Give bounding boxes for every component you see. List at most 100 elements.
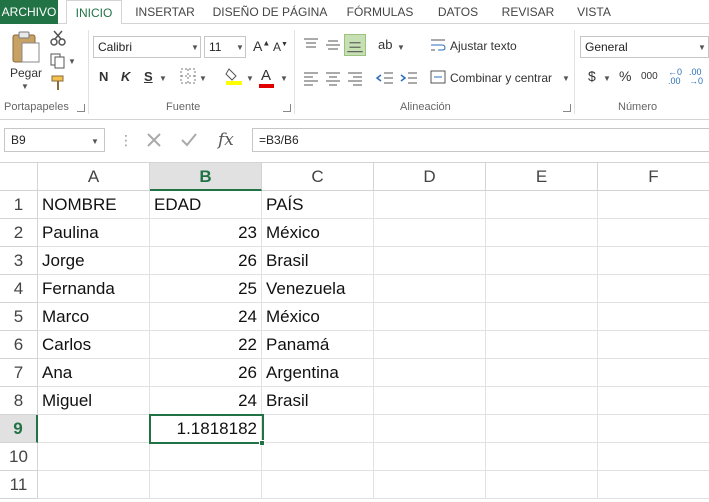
copy-icon[interactable] bbox=[50, 53, 66, 69]
row-header-6[interactable]: 6 bbox=[0, 331, 38, 359]
cell-b1[interactable]: EDAD bbox=[150, 191, 262, 219]
cell-e2[interactable] bbox=[486, 219, 598, 247]
cell-c10[interactable] bbox=[262, 443, 374, 471]
number-format-dropdown-icon[interactable]: ▼ bbox=[698, 43, 706, 52]
font-name-select[interactable]: Calibri bbox=[93, 36, 201, 58]
cell-b7[interactable]: 26 bbox=[150, 359, 262, 387]
underline-dropdown-icon[interactable]: ▼ bbox=[159, 74, 167, 83]
cell-c11[interactable] bbox=[262, 471, 374, 499]
tab-vista[interactable]: VISTA bbox=[568, 0, 620, 24]
bold-button[interactable]: N bbox=[99, 69, 108, 84]
tab-revisar[interactable]: REVISAR bbox=[496, 0, 560, 24]
align-middle-icon[interactable] bbox=[324, 36, 342, 54]
cell-b2[interactable]: 23 bbox=[150, 219, 262, 247]
cell-a3[interactable]: Jorge bbox=[38, 247, 150, 275]
cell-c7[interactable]: Argentina bbox=[262, 359, 374, 387]
italic-button[interactable]: K bbox=[121, 69, 130, 84]
cancel-icon[interactable] bbox=[146, 132, 162, 148]
cell-a6[interactable]: Carlos bbox=[38, 331, 150, 359]
cell-e7[interactable] bbox=[486, 359, 598, 387]
merge-dropdown-icon[interactable]: ▼ bbox=[562, 74, 570, 83]
cell-f1[interactable] bbox=[598, 191, 709, 219]
column-header-d[interactable]: D bbox=[374, 163, 486, 191]
font-name-dropdown-icon[interactable]: ▼ bbox=[191, 43, 199, 52]
orientation-dropdown-icon[interactable]: ▼ bbox=[397, 43, 405, 52]
percent-button[interactable]: % bbox=[619, 68, 631, 84]
font-size-dropdown-icon[interactable]: ▼ bbox=[236, 43, 244, 52]
cell-d3[interactable] bbox=[374, 247, 486, 275]
decrease-decimal-icon[interactable]: .00 →0 bbox=[689, 68, 703, 86]
tab-inicio[interactable]: INICIO bbox=[66, 0, 122, 25]
cell-f11[interactable] bbox=[598, 471, 709, 499]
row-header-4[interactable]: 4 bbox=[0, 275, 38, 303]
cell-d6[interactable] bbox=[374, 331, 486, 359]
align-top-icon[interactable] bbox=[302, 36, 320, 54]
cell-f10[interactable] bbox=[598, 443, 709, 471]
orientation-icon[interactable]: ab bbox=[378, 37, 392, 52]
cell-f8[interactable] bbox=[598, 387, 709, 415]
name-box-dropdown-icon[interactable]: ▼ bbox=[91, 137, 99, 146]
cell-e6[interactable] bbox=[486, 331, 598, 359]
cell-a7[interactable]: Ana bbox=[38, 359, 150, 387]
column-header-e[interactable]: E bbox=[486, 163, 598, 191]
cell-d5[interactable] bbox=[374, 303, 486, 331]
row-header-5[interactable]: 5 bbox=[0, 303, 38, 331]
merge-center-button[interactable]: Combinar y centrar bbox=[450, 71, 552, 85]
row-header-11[interactable]: 11 bbox=[0, 471, 38, 499]
alignment-launcher-icon[interactable] bbox=[563, 104, 571, 112]
cell-e9[interactable] bbox=[486, 415, 598, 443]
increase-font-icon[interactable]: A▲ bbox=[253, 38, 270, 54]
cell-d8[interactable] bbox=[374, 387, 486, 415]
cell-f6[interactable] bbox=[598, 331, 709, 359]
cell-a1[interactable]: NOMBRE bbox=[38, 191, 150, 219]
cell-d1[interactable] bbox=[374, 191, 486, 219]
cell-c4[interactable]: Venezuela bbox=[262, 275, 374, 303]
cell-d10[interactable] bbox=[374, 443, 486, 471]
wrap-text-button[interactable]: Ajustar texto bbox=[450, 39, 517, 53]
cell-f2[interactable] bbox=[598, 219, 709, 247]
tab-diseno-de-pagina[interactable]: DISEÑO DE PÁGINA bbox=[208, 0, 332, 24]
cell-f7[interactable] bbox=[598, 359, 709, 387]
cell-b5[interactable]: 24 bbox=[150, 303, 262, 331]
align-bottom-icon[interactable] bbox=[344, 34, 366, 56]
tab-datos[interactable]: DATOS bbox=[432, 0, 484, 24]
currency-dropdown-icon[interactable]: ▼ bbox=[603, 74, 611, 83]
row-header-7[interactable]: 7 bbox=[0, 359, 38, 387]
tab-archivo[interactable]: ARCHIVO bbox=[0, 0, 58, 24]
row-header-8[interactable]: 8 bbox=[0, 387, 38, 415]
cell-a9[interactable] bbox=[38, 415, 150, 443]
cell-e11[interactable] bbox=[486, 471, 598, 499]
cell-c8[interactable]: Brasil bbox=[262, 387, 374, 415]
column-header-a[interactable]: A bbox=[38, 163, 150, 191]
cell-d9[interactable] bbox=[374, 415, 486, 443]
borders-dropdown-icon[interactable]: ▼ bbox=[199, 74, 207, 83]
cell-f9[interactable] bbox=[598, 415, 709, 443]
cell-f5[interactable] bbox=[598, 303, 709, 331]
cell-c9[interactable] bbox=[262, 415, 374, 443]
cell-b10[interactable] bbox=[150, 443, 262, 471]
currency-button[interactable]: $ bbox=[588, 68, 596, 84]
cell-c1[interactable]: PAÍS bbox=[262, 191, 374, 219]
cell-d4[interactable] bbox=[374, 275, 486, 303]
row-header-9[interactable]: 9 bbox=[0, 415, 38, 443]
cell-d2[interactable] bbox=[374, 219, 486, 247]
formula-bar-menu-icon[interactable]: ⋮ bbox=[119, 132, 133, 149]
cell-e3[interactable] bbox=[486, 247, 598, 275]
column-header-b[interactable]: B bbox=[150, 163, 262, 191]
cell-e4[interactable] bbox=[486, 275, 598, 303]
cell-c2[interactable]: México bbox=[262, 219, 374, 247]
cell-d7[interactable] bbox=[374, 359, 486, 387]
cell-b8[interactable]: 24 bbox=[150, 387, 262, 415]
formula-input[interactable]: =B3/B6 bbox=[252, 128, 709, 152]
paste-dropdown-icon[interactable]: ▼ bbox=[21, 82, 29, 91]
increase-indent-icon[interactable] bbox=[400, 69, 418, 87]
number-format-select[interactable]: General bbox=[580, 36, 709, 58]
cell-f4[interactable] bbox=[598, 275, 709, 303]
underline-button[interactable]: S bbox=[144, 69, 153, 84]
cell-a4[interactable]: Fernanda bbox=[38, 275, 150, 303]
cell-e5[interactable] bbox=[486, 303, 598, 331]
font-color-dropdown-icon[interactable]: ▼ bbox=[280, 74, 288, 83]
cell-a10[interactable] bbox=[38, 443, 150, 471]
merge-center-icon[interactable] bbox=[430, 69, 446, 85]
wrap-text-icon[interactable] bbox=[430, 37, 446, 53]
